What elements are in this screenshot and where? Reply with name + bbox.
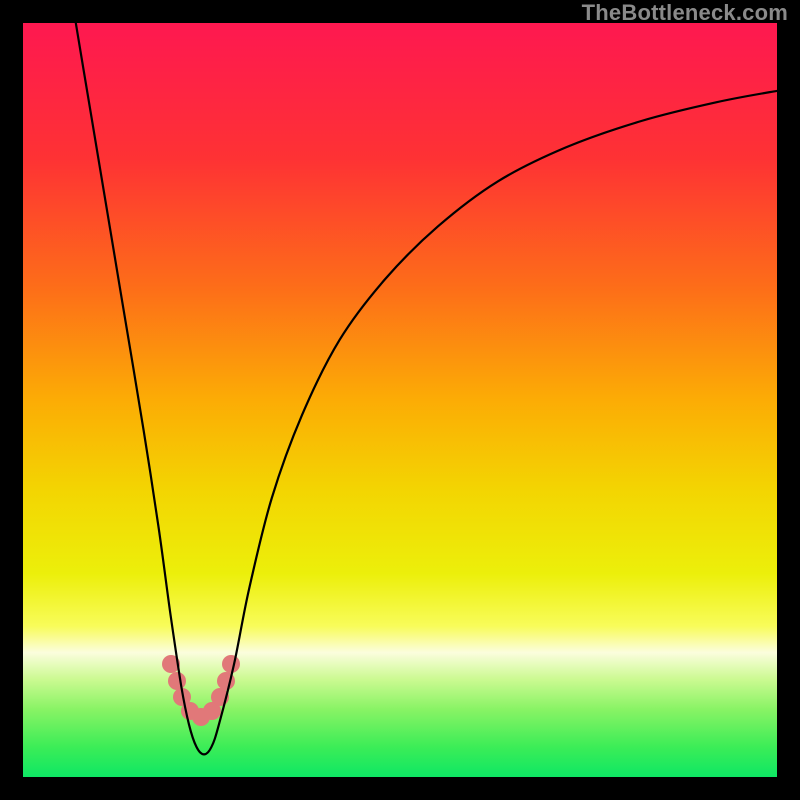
curve-marker xyxy=(222,655,240,673)
plot-area xyxy=(23,23,777,777)
bottleneck-curve xyxy=(76,23,777,754)
chart-svg xyxy=(23,23,777,777)
watermark-text: TheBottleneck.com xyxy=(582,0,788,26)
outer-frame: TheBottleneck.com xyxy=(0,0,800,800)
curve-marker xyxy=(168,672,186,690)
